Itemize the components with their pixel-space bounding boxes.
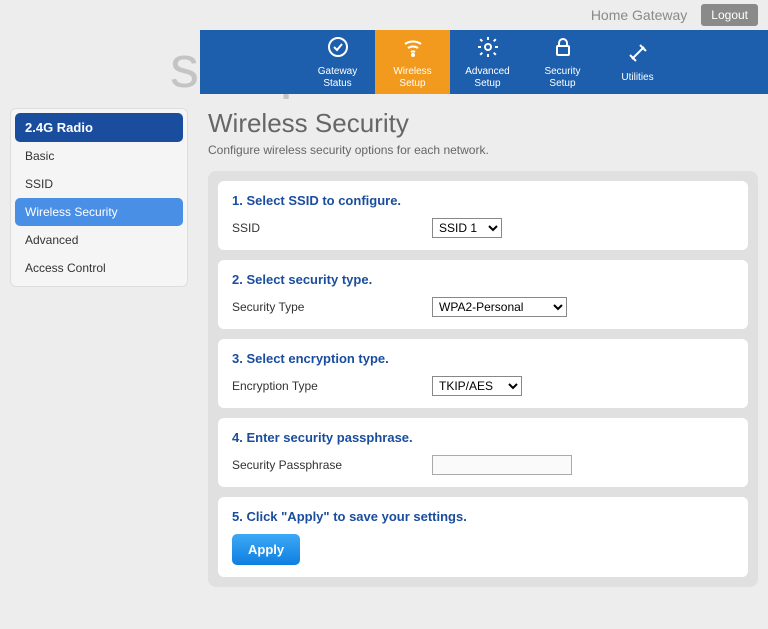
nav-advanced-setup[interactable]: AdvancedSetup <box>450 30 525 94</box>
sidebar-item-basic[interactable]: Basic <box>15 142 183 170</box>
check-circle-icon <box>326 35 350 63</box>
card-passphrase: 4. Enter security passphrase. Security P… <box>218 418 748 487</box>
nav-label: Utilities <box>621 72 653 84</box>
top-bar: Home Gateway Logout <box>0 0 768 30</box>
nav-spacer <box>200 30 300 94</box>
nav-security-setup[interactable]: SecuritySetup <box>525 30 600 94</box>
card-security-type: 2. Select security type. Security Type W… <box>218 260 748 329</box>
page-subtitle: Configure wireless security options for … <box>208 143 758 157</box>
ssid-select[interactable]: SSID 1 <box>432 218 502 238</box>
form-row: SSID SSID 1 <box>232 218 734 238</box>
panel-wrap: 1. Select SSID to configure. SSID SSID 1… <box>208 171 758 587</box>
content-area: Wireless Security Configure wireless sec… <box>208 108 758 587</box>
nav-gateway-status[interactable]: GatewayStatus <box>300 30 375 94</box>
sidebar-item-wireless-security[interactable]: Wireless Security <box>15 198 183 226</box>
logout-button[interactable]: Logout <box>701 4 758 26</box>
main-area: 2.4G Radio Basic SSID Wireless Security … <box>0 94 768 597</box>
nav-label: GatewayStatus <box>318 66 357 90</box>
card-apply: 5. Click "Apply" to save your settings. … <box>218 497 748 577</box>
sidebar-item-ssid[interactable]: SSID <box>15 170 183 198</box>
nav-label: AdvancedSetup <box>465 66 509 90</box>
sidebar-item-access-control[interactable]: Access Control <box>15 254 183 282</box>
sidebar-header: 2.4G Radio <box>15 113 183 142</box>
card-title: 3. Select encryption type. <box>232 351 734 366</box>
card-title: 5. Click "Apply" to save your settings. <box>232 509 734 524</box>
encryption-type-select[interactable]: TKIP/AES <box>432 376 522 396</box>
form-row: Security Passphrase <box>232 455 734 475</box>
passphrase-label: Security Passphrase <box>232 458 432 472</box>
nav-wireless-setup[interactable]: WirelessSetup <box>375 30 450 94</box>
form-row: Security Type WPA2-Personal <box>232 297 734 317</box>
apply-button[interactable]: Apply <box>232 534 300 565</box>
sidebar: 2.4G Radio Basic SSID Wireless Security … <box>10 108 188 287</box>
passphrase-input[interactable] <box>432 455 572 475</box>
encryption-type-label: Encryption Type <box>232 379 432 393</box>
page-title: Wireless Security <box>208 108 758 139</box>
sidebar-item-advanced[interactable]: Advanced <box>15 226 183 254</box>
nav-label: SecuritySetup <box>544 66 580 90</box>
card-title: 1. Select SSID to configure. <box>232 193 734 208</box>
form-row: Encryption Type TKIP/AES <box>232 376 734 396</box>
gateway-title: Home Gateway <box>591 7 687 23</box>
card-encryption-type: 3. Select encryption type. Encryption Ty… <box>218 339 748 408</box>
main-nav: GatewayStatus WirelessSetup AdvancedSetu… <box>200 30 768 94</box>
security-type-label: Security Type <box>232 300 432 314</box>
nav-label: WirelessSetup <box>393 66 431 90</box>
gear-icon <box>476 35 500 63</box>
card-ssid: 1. Select SSID to configure. SSID SSID 1 <box>218 181 748 250</box>
tools-icon <box>626 41 650 69</box>
card-title: 4. Enter security passphrase. <box>232 430 734 445</box>
wifi-icon <box>401 35 425 63</box>
card-title: 2. Select security type. <box>232 272 734 287</box>
security-type-select[interactable]: WPA2-Personal <box>432 297 567 317</box>
lock-icon <box>551 35 575 63</box>
ssid-label: SSID <box>232 221 432 235</box>
nav-utilities[interactable]: Utilities <box>600 30 675 94</box>
